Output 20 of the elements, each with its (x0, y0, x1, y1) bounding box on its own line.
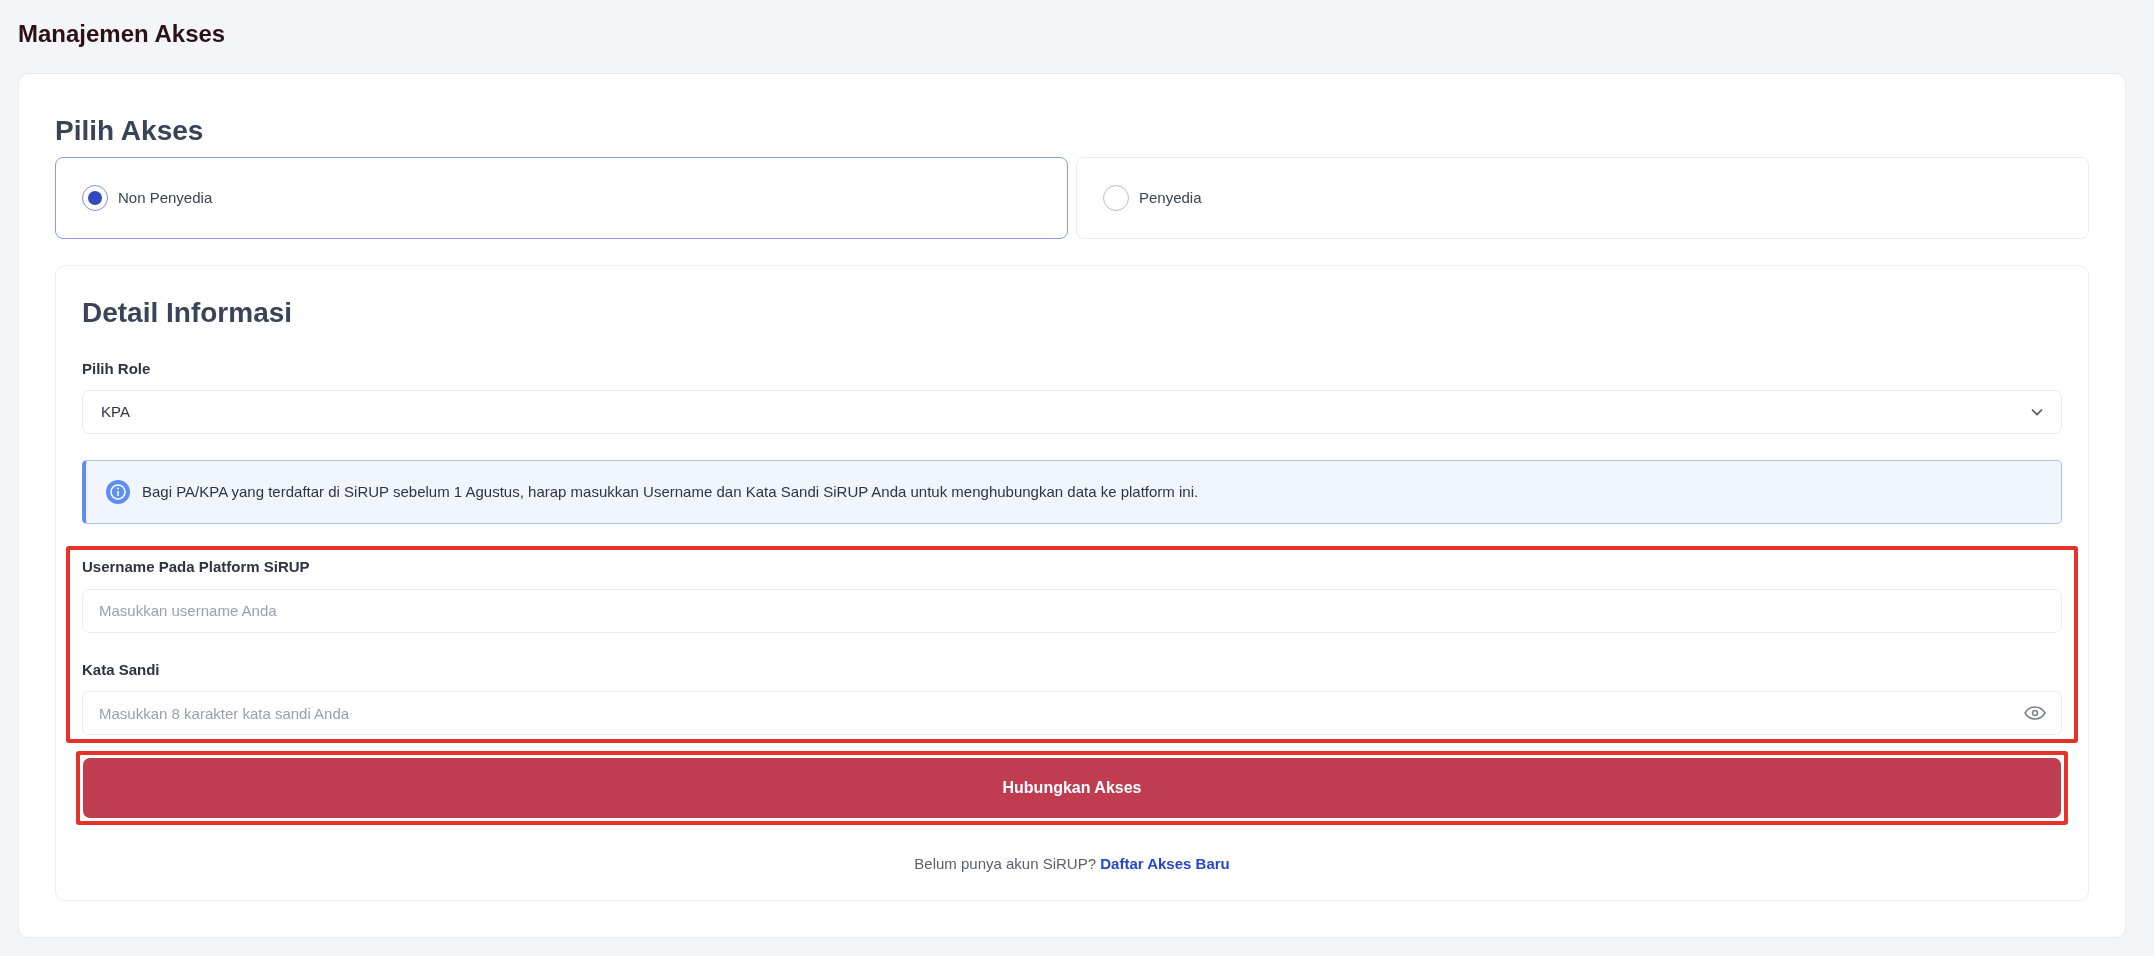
footer-text: Belum punya akun SiRUP? (914, 855, 1097, 873)
field-label: Kata Sandi (82, 660, 161, 680)
input-field[interactable]: Masukkan username Anda (82, 589, 2062, 633)
role-dropdown[interactable]: KPA (82, 390, 2062, 435)
section-heading: Detail Informasi (82, 296, 294, 330)
info-icon (106, 480, 130, 505)
eye-icon[interactable] (2024, 706, 2046, 721)
access-option[interactable]: Penyedia (1076, 157, 2089, 240)
field-label: Username Pada Platform SiRUP (82, 557, 311, 578)
submit-button[interactable]: Hubungkan Akses (83, 758, 2061, 819)
chevron-down-icon (2031, 408, 2043, 417)
register-link[interactable]: Daftar Akses Baru (1100, 855, 1230, 873)
info-text: Bagi PA/KPA yang terdaftar di SiRUP sebelum 1 Agustus, harap masukkan Username dan Kata Sandi SiRUP Anda untuk menghubungkan data ke platform ini. (142, 482, 1199, 503)
password-field[interactable]: Masukkan 8 karakter kata sandi Anda (82, 691, 2062, 736)
access-option[interactable]: Non Penyedia (55, 157, 1068, 240)
radio-icon (1103, 185, 1129, 212)
page-title: Manajemen Akses (17, 19, 227, 49)
radio-icon (82, 185, 108, 212)
section-heading: Pilih Akses (55, 113, 205, 148)
field-label: Pilih Role (82, 359, 152, 379)
